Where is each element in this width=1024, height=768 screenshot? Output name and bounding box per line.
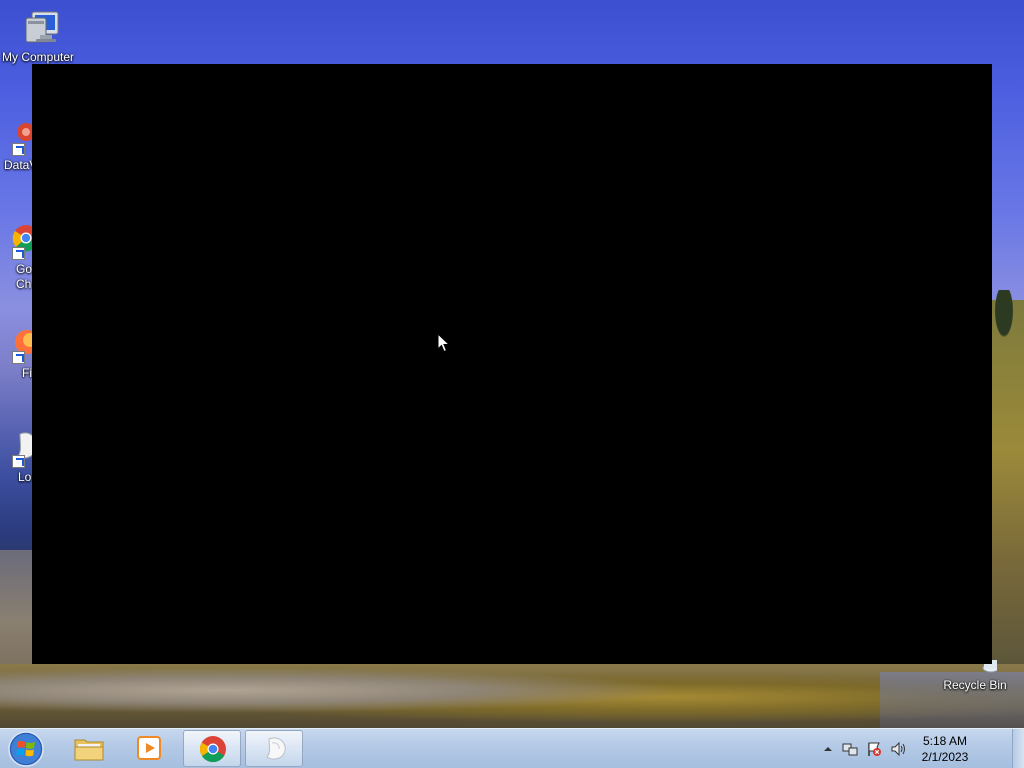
app-window[interactable]: [32, 64, 992, 664]
show-desktop-button[interactable]: [1012, 729, 1024, 768]
shortcut-arrow-icon: [12, 455, 25, 468]
media-player-icon: [134, 733, 166, 763]
chrome-icon: [197, 734, 229, 764]
desktop-icon-label: My Computer: [1, 50, 75, 64]
desktop-icon-label: Recycle Bin: [943, 678, 1007, 692]
desktop-icon-my-computer[interactable]: My Computer: [0, 8, 76, 65]
volume-icon[interactable]: [890, 741, 906, 757]
taskbar: 5:18 AM 2/1/2023: [0, 728, 1024, 768]
network-icon[interactable]: [842, 741, 858, 757]
action-center-flag-icon[interactable]: [866, 741, 882, 757]
computer-icon: [16, 8, 60, 48]
wallpaper-foreground: [0, 664, 1024, 730]
system-tray: 5:18 AM 2/1/2023: [820, 729, 1010, 768]
folder-icon: [73, 733, 105, 763]
taskbar-clock[interactable]: 5:18 AM 2/1/2023: [912, 733, 978, 765]
wallpaper-tree: [993, 290, 1015, 342]
taskbar-chrome[interactable]: [183, 730, 241, 767]
taskbar-file-explorer[interactable]: [60, 730, 118, 767]
app-icon: [259, 734, 291, 764]
clock-date: 2/1/2023: [921, 750, 969, 764]
shortcut-arrow-icon: [12, 143, 25, 156]
desktop-icon-label: Go Ch: [16, 262, 33, 291]
mouse-cursor-icon: [437, 332, 451, 353]
show-hidden-icons-chevron-icon[interactable]: [820, 741, 836, 757]
desktop[interactable]: My Computer DataV Go Ch Fi Lo Recycle Bi…: [0, 0, 1024, 768]
start-orb-icon: [8, 731, 44, 767]
taskbar-media-player[interactable]: [121, 730, 179, 767]
taskbar-app[interactable]: [245, 730, 303, 767]
shortcut-arrow-icon: [12, 351, 25, 364]
shortcut-arrow-icon: [12, 247, 25, 260]
start-button[interactable]: [4, 730, 48, 768]
clock-time: 5:18 AM: [922, 734, 968, 748]
